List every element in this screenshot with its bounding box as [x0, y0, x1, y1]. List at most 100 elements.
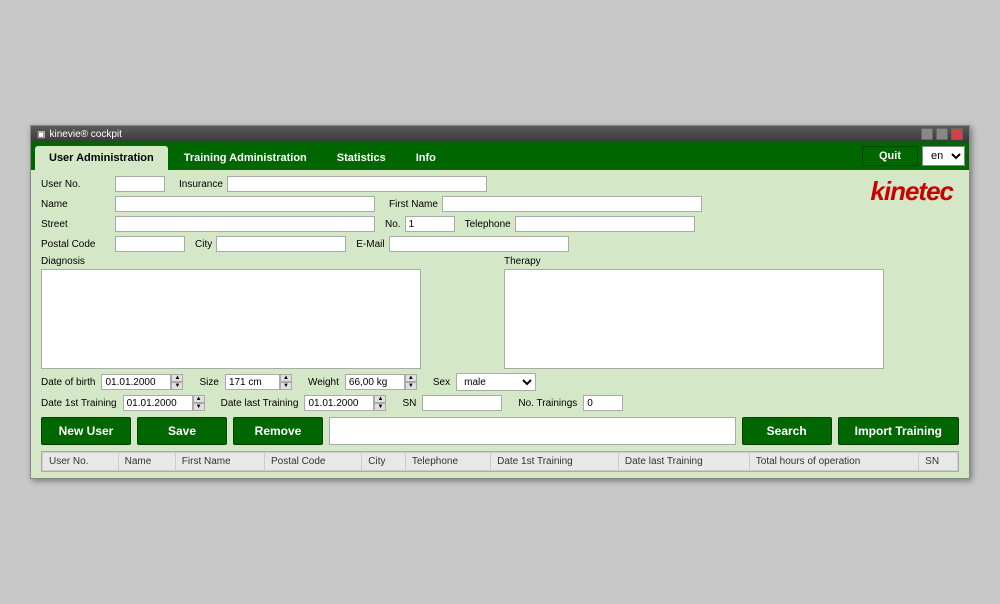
postal-code-input[interactable] — [115, 236, 185, 252]
dob-down[interactable]: ▼ — [171, 382, 183, 390]
title-bar: ▣ kinevie® cockpit — [31, 126, 969, 142]
weight-up[interactable]: ▲ — [405, 374, 417, 382]
datelast-down[interactable]: ▼ — [374, 403, 386, 411]
first-name-label: First Name — [389, 199, 438, 210]
weight-spinner: ▲ ▼ — [345, 374, 417, 390]
size-input[interactable] — [225, 374, 280, 390]
street-label: Street — [41, 219, 111, 230]
users-table-container: User No. Name First Name Postal Code Cit… — [41, 451, 959, 472]
tab-statistics[interactable]: Statistics — [323, 146, 400, 170]
telephone-input[interactable] — [515, 216, 695, 232]
datelast-spinner: ▲ ▼ — [304, 395, 386, 411]
size-spinner: ▲ ▼ — [225, 374, 292, 390]
language-select[interactable]: en de fr — [922, 146, 965, 166]
telephone-label: Telephone — [465, 219, 511, 230]
col-name: Name — [118, 453, 175, 471]
size-label: Size — [199, 377, 218, 388]
col-city: City — [362, 453, 406, 471]
row-dob: Date of birth ▲ ▼ Size ▲ ▼ Weight — [41, 373, 959, 391]
weight-spinners: ▲ ▼ — [405, 374, 417, 390]
users-table: User No. Name First Name Postal Code Cit… — [42, 452, 958, 471]
date-1st-label: Date 1st Training — [41, 398, 117, 409]
minimize-btn[interactable] — [921, 128, 933, 140]
tab-training-administration[interactable]: Training Administration — [170, 146, 321, 170]
nav-right: Quit en de fr — [862, 146, 965, 170]
col-first-name: First Name — [175, 453, 264, 471]
first-name-input[interactable] — [442, 196, 702, 212]
nav-bar: User Administration Training Administrat… — [31, 142, 969, 170]
city-input[interactable] — [216, 236, 346, 252]
street-input[interactable] — [115, 216, 375, 232]
save-button[interactable]: Save — [137, 417, 227, 445]
row-training-dates: Date 1st Training ▲ ▼ Date last Training… — [41, 395, 959, 411]
sex-label: Sex — [433, 377, 450, 388]
remove-button[interactable]: Remove — [233, 417, 323, 445]
action-buttons: New User Save Remove Search Import Train… — [41, 417, 959, 445]
tab-user-administration[interactable]: User Administration — [35, 146, 168, 170]
user-no-label: User No. — [41, 179, 111, 190]
title-bar-controls — [921, 128, 963, 140]
brand-logo: kinetec — [870, 176, 953, 207]
weight-input[interactable] — [345, 374, 405, 390]
col-date-last: Date last Training — [618, 453, 749, 471]
main-window: ▣ kinevie® cockpit User Administration T… — [30, 125, 970, 479]
size-up[interactable]: ▲ — [280, 374, 292, 382]
insurance-input[interactable] — [227, 176, 487, 192]
import-training-button[interactable]: Import Training — [838, 417, 959, 445]
col-total-hours: Total hours of operation — [749, 453, 918, 471]
weight-down[interactable]: ▼ — [405, 382, 417, 390]
quit-button[interactable]: Quit — [862, 146, 918, 166]
row-postal: Postal Code City E-Mail — [41, 236, 959, 252]
diagnosis-col: Diagnosis — [41, 256, 496, 369]
therapy-col: Therapy — [504, 256, 959, 369]
email-label: E-Mail — [356, 239, 384, 250]
date1st-spinner: ▲ ▼ — [123, 395, 205, 411]
date1st-down[interactable]: ▼ — [193, 403, 205, 411]
app-title: kinevie® cockpit — [50, 129, 122, 140]
close-btn[interactable] — [951, 128, 963, 140]
date-last-input[interactable] — [304, 395, 374, 411]
col-postal-code: Postal Code — [265, 453, 362, 471]
city-label: City — [195, 239, 212, 250]
search-text-input[interactable] — [329, 417, 736, 445]
size-spinners: ▲ ▼ — [280, 374, 292, 390]
col-user-no: User No. — [43, 453, 119, 471]
datelast-up[interactable]: ▲ — [374, 395, 386, 403]
date1st-up[interactable]: ▲ — [193, 395, 205, 403]
table-header-row: User No. Name First Name Postal Code Cit… — [43, 453, 958, 471]
new-user-button[interactable]: New User — [41, 417, 131, 445]
postal-code-label: Postal Code — [41, 239, 111, 250]
main-content: kinetec User No. Insurance Name First Na… — [31, 170, 969, 478]
user-no-input[interactable] — [115, 176, 165, 192]
name-label: Name — [41, 199, 111, 210]
dob-label: Date of birth — [41, 377, 95, 388]
sn-input[interactable] — [422, 395, 502, 411]
dob-up[interactable]: ▲ — [171, 374, 183, 382]
row-user-no: User No. Insurance — [41, 176, 959, 192]
no-input[interactable] — [405, 216, 455, 232]
search-button[interactable]: Search — [742, 417, 832, 445]
date-1st-input[interactable] — [123, 395, 193, 411]
therapy-textarea[interactable] — [504, 269, 884, 369]
sex-select[interactable]: male female — [456, 373, 536, 391]
diagnosis-textarea[interactable] — [41, 269, 421, 369]
date1st-spinners: ▲ ▼ — [193, 395, 205, 411]
dob-input[interactable] — [101, 374, 171, 390]
weight-label: Weight — [308, 377, 339, 388]
no-trainings-label: No. Trainings — [518, 398, 577, 409]
sn-label: SN — [402, 398, 416, 409]
therapy-label: Therapy — [504, 256, 959, 267]
email-input[interactable] — [389, 236, 569, 252]
date-last-label: Date last Training — [221, 398, 299, 409]
tab-info[interactable]: Info — [402, 146, 450, 170]
no-trainings-input[interactable] — [583, 395, 623, 411]
datelast-spinners: ▲ ▼ — [374, 395, 386, 411]
col-telephone: Telephone — [405, 453, 490, 471]
title-bar-left: ▣ kinevie® cockpit — [37, 129, 122, 140]
size-down[interactable]: ▼ — [280, 382, 292, 390]
name-input[interactable] — [115, 196, 375, 212]
row-street: Street No. Telephone — [41, 216, 959, 232]
col-sn: SN — [919, 453, 958, 471]
app-icon: ▣ — [37, 129, 46, 140]
maximize-btn[interactable] — [936, 128, 948, 140]
